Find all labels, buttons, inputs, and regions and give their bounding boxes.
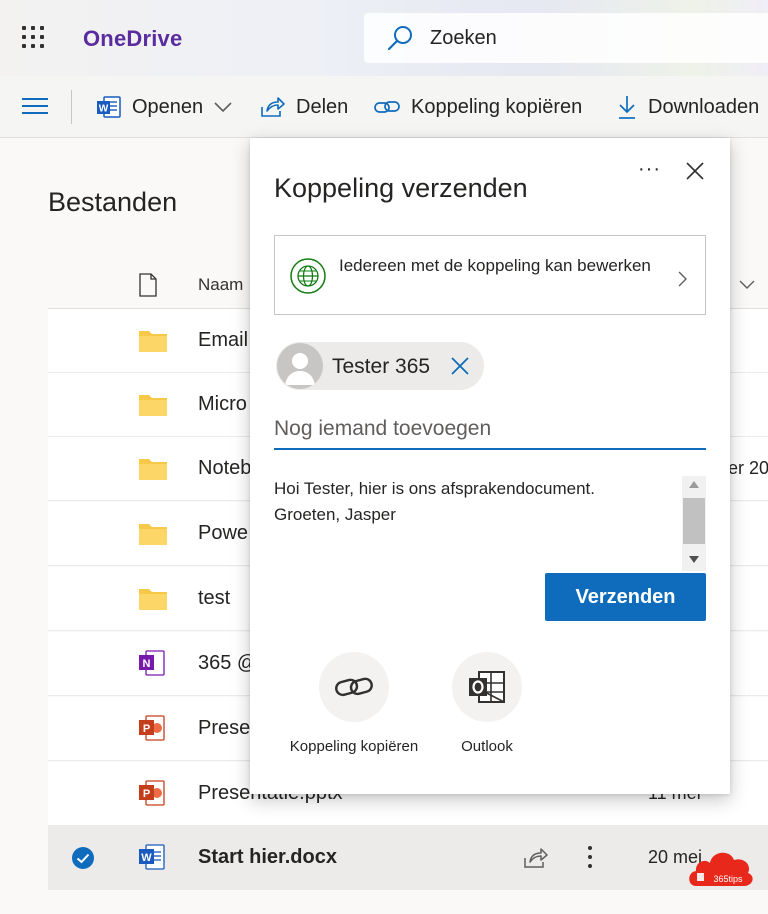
download-button[interactable]: Downloaden (616, 94, 759, 120)
folder-icon (139, 331, 167, 352)
search-box[interactable] (364, 13, 768, 63)
avatar (277, 343, 323, 389)
close-icon[interactable] (684, 160, 706, 182)
svg-text:W: W (99, 104, 109, 115)
remove-recipient-icon[interactable] (449, 355, 471, 377)
page-title: Bestanden (48, 187, 178, 217)
search-input[interactable]: Zoeken (430, 27, 497, 50)
share-label: Delen (296, 95, 349, 118)
copy-link-circle[interactable] (319, 652, 389, 722)
folder-icon (139, 589, 167, 610)
recipient-name: Tester 365 (332, 355, 431, 378)
link-icon (335, 677, 373, 697)
chevron-down-icon[interactable] (738, 279, 756, 291)
outlook-icon (469, 671, 505, 703)
powerpoint-icon: P (139, 780, 165, 806)
powerpoint-icon: P (139, 715, 165, 741)
folder-icon (139, 459, 167, 480)
file-name: Micro (198, 393, 247, 415)
outlook-option-label: Outlook (461, 738, 513, 755)
send-button[interactable]: Verzenden (545, 573, 706, 621)
copy-link-option-label: Koppeling kopiëren (289, 738, 419, 755)
outlook-option[interactable]: Outlook (412, 652, 562, 755)
share-icon[interactable] (523, 846, 549, 870)
cloud-logo-icon: 365tips (689, 852, 753, 886)
open-label: Openen (132, 95, 204, 118)
globe-icon (290, 258, 326, 294)
dialog-title: Koppeling verzenden (274, 173, 528, 203)
scroll-down-icon[interactable] (689, 556, 699, 563)
file-name: test (198, 587, 231, 609)
download-icon (619, 96, 635, 119)
chevron-down-icon (214, 102, 232, 113)
checkmark-icon[interactable] (71, 846, 95, 870)
file-name: Powe (198, 522, 249, 544)
word-icon: W (139, 844, 165, 870)
watermark-text: 365tips (713, 874, 743, 884)
brand-title[interactable]: OneDrive (83, 26, 182, 52)
search-icon (387, 26, 412, 51)
word-icon: W (97, 96, 121, 118)
copy-link-button[interactable]: Koppeling kopiëren (373, 94, 582, 120)
folder-icon (139, 524, 167, 545)
share-button[interactable]: Delen (260, 94, 348, 120)
person-icon (285, 353, 315, 385)
watermark-logo: 365tips (688, 842, 754, 888)
svg-text:W: W (141, 852, 152, 864)
file-type-icon[interactable] (138, 273, 158, 297)
list-item[interactable]: W Start hier.docx 20 mei (48, 826, 768, 890)
chevron-right-icon (678, 271, 687, 287)
file-name: Noteb (198, 457, 252, 479)
share-icon (261, 97, 285, 117)
message-textarea[interactable]: Hoi Tester, hier is ons afsprakendocumen… (274, 476, 682, 572)
svg-text:P: P (143, 723, 150, 735)
more-options-icon[interactable] (586, 844, 594, 870)
copy-link-label: Koppeling kopiëren (411, 95, 583, 118)
open-button[interactable]: W Openen (96, 94, 233, 120)
download-label: Downloaden (648, 95, 760, 118)
add-recipient-input[interactable] (274, 410, 706, 450)
name-column-header[interactable]: Naam (198, 275, 243, 295)
more-options-icon[interactable]: ··· (638, 158, 661, 181)
scroll-thumb[interactable] (683, 498, 705, 544)
outlook-circle[interactable] (452, 652, 522, 722)
svg-text:N: N (143, 658, 151, 670)
file-name: Start hier.docx (198, 846, 337, 868)
app-launcher-icon[interactable] (22, 26, 48, 52)
svg-text:P: P (143, 788, 150, 800)
file-name: 365 @ (198, 652, 258, 674)
divider (71, 90, 72, 124)
onenote-icon: N (139, 650, 165, 676)
link-icon (374, 101, 400, 113)
permission-text: Iedereen met de koppeling kan bewerken (339, 256, 651, 275)
file-name: Email (198, 329, 249, 351)
scroll-up-icon[interactable] (689, 481, 699, 488)
folder-icon (139, 395, 167, 416)
copy-link-option[interactable]: Koppeling kopiëren (279, 652, 429, 755)
file-name: Prese (198, 717, 251, 739)
hamburger-menu-icon[interactable] (22, 98, 48, 114)
